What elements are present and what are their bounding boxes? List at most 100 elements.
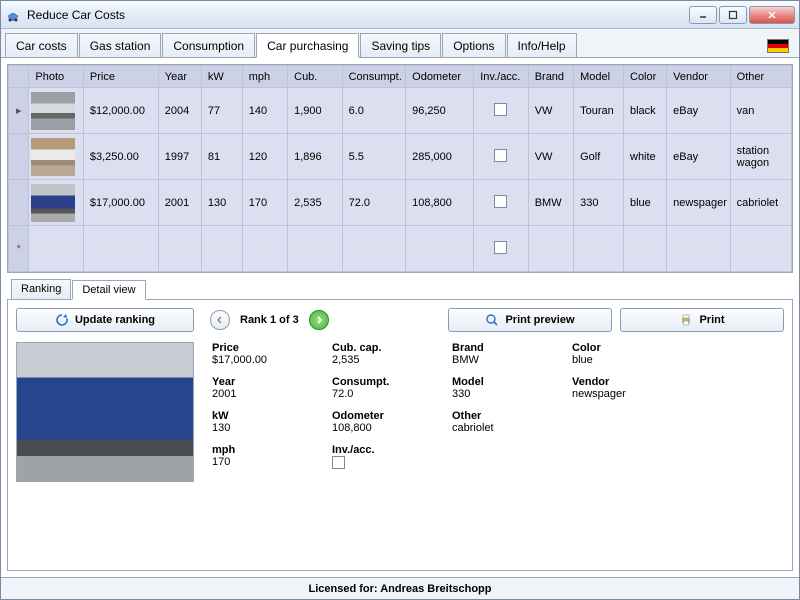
cell-odo[interactable]: 108,800 bbox=[406, 180, 474, 226]
col-inv[interactable]: Inv./acc. bbox=[474, 66, 528, 88]
printer-icon bbox=[679, 313, 693, 327]
cell-brand[interactable]: VW bbox=[528, 88, 573, 134]
tab-consumption[interactable]: Consumption bbox=[162, 33, 255, 57]
model-value: 330 bbox=[452, 388, 542, 400]
col-odometer[interactable]: Odometer bbox=[406, 66, 474, 88]
cell-inv[interactable] bbox=[474, 88, 528, 134]
col-brand[interactable]: Brand bbox=[528, 66, 573, 88]
car-grid[interactable]: Photo Price Year kW mph Cub. Consumpt. O… bbox=[7, 64, 793, 273]
maximize-button[interactable] bbox=[719, 6, 747, 24]
cell-mph[interactable]: 140 bbox=[242, 88, 287, 134]
minimize-button[interactable] bbox=[689, 6, 717, 24]
cell-price[interactable]: $12,000.00 bbox=[83, 88, 158, 134]
rank-prev-button[interactable] bbox=[210, 310, 230, 330]
cell-model[interactable]: Golf bbox=[574, 134, 624, 180]
cell-year[interactable]: 2001 bbox=[158, 180, 201, 226]
table-row[interactable]: ▸$12,000.002004771401,9006.096,250VWTour… bbox=[9, 88, 792, 134]
col-price[interactable]: Price bbox=[83, 66, 158, 88]
table-row[interactable]: $17,000.0020011301702,53572.0108,800 BMW3… bbox=[9, 180, 792, 226]
vendor-value: newspager bbox=[572, 388, 662, 400]
col-mph[interactable]: mph bbox=[242, 66, 287, 88]
cell-vendor[interactable]: newspager bbox=[667, 180, 731, 226]
inv-checkbox[interactable] bbox=[332, 456, 345, 469]
cell-photo[interactable] bbox=[29, 88, 83, 134]
cell-year[interactable]: 1997 bbox=[158, 134, 201, 180]
inv-checkbox[interactable] bbox=[494, 241, 507, 254]
detail-toolbar: Update ranking Rank 1 of 3 Print preview bbox=[16, 308, 784, 332]
close-button[interactable] bbox=[749, 6, 795, 24]
tab-options[interactable]: Options bbox=[442, 33, 505, 57]
cell-odo[interactable]: 285,000 bbox=[406, 134, 474, 180]
cell-photo[interactable] bbox=[29, 134, 83, 180]
cell-vendor[interactable]: eBay bbox=[667, 88, 731, 134]
cub-label: Cub. cap. bbox=[332, 342, 422, 354]
col-cub[interactable]: Cub. bbox=[288, 66, 342, 88]
tab-gas-station[interactable]: Gas station bbox=[79, 33, 162, 57]
col-color[interactable]: Color bbox=[624, 66, 667, 88]
row-header-new: * bbox=[9, 226, 29, 272]
rank-next-button[interactable] bbox=[309, 310, 329, 330]
print-button[interactable]: Print bbox=[620, 308, 784, 332]
table-new-row[interactable]: * bbox=[9, 226, 792, 272]
col-vendor[interactable]: Vendor bbox=[667, 66, 731, 88]
language-flag[interactable] bbox=[761, 35, 795, 57]
cell-inv[interactable] bbox=[474, 180, 528, 226]
cell-year[interactable]: 2004 bbox=[158, 88, 201, 134]
cell-other[interactable]: station wagon bbox=[730, 134, 791, 180]
cell-vendor[interactable]: eBay bbox=[667, 134, 731, 180]
cell-brand[interactable]: VW bbox=[528, 134, 573, 180]
cell-kw[interactable]: 130 bbox=[201, 180, 242, 226]
col-year[interactable]: Year bbox=[158, 66, 201, 88]
print-label: Print bbox=[699, 314, 724, 326]
price-label: Price bbox=[212, 342, 302, 354]
tab-car-purchasing[interactable]: Car purchasing bbox=[256, 33, 359, 58]
cell-price[interactable]: $3,250.00 bbox=[83, 134, 158, 180]
col-photo[interactable]: Photo bbox=[29, 66, 83, 88]
col-other[interactable]: Other bbox=[730, 66, 791, 88]
cell-kw[interactable]: 77 bbox=[201, 88, 242, 134]
subtab-detail-view[interactable]: Detail view bbox=[72, 280, 145, 300]
col-kw[interactable]: kW bbox=[201, 66, 242, 88]
cell-consumpt[interactable]: 6.0 bbox=[342, 88, 406, 134]
detail-panel: Update ranking Rank 1 of 3 Print preview bbox=[7, 299, 793, 571]
cub-value: 2,535 bbox=[332, 354, 422, 366]
inv-checkbox[interactable] bbox=[494, 103, 507, 116]
kw-label: kW bbox=[212, 410, 302, 422]
cell-kw[interactable]: 81 bbox=[201, 134, 242, 180]
update-ranking-button[interactable]: Update ranking bbox=[16, 308, 194, 332]
subtab-ranking[interactable]: Ranking bbox=[11, 279, 71, 299]
cell-color[interactable]: white bbox=[624, 134, 667, 180]
print-preview-button[interactable]: Print preview bbox=[448, 308, 612, 332]
flag-germany-icon bbox=[767, 39, 789, 53]
col-model[interactable]: Model bbox=[574, 66, 624, 88]
cell-cub[interactable]: 1,900 bbox=[288, 88, 342, 134]
cell-mph[interactable]: 170 bbox=[242, 180, 287, 226]
inv-checkbox[interactable] bbox=[494, 149, 507, 162]
cell-cub[interactable]: 2,535 bbox=[288, 180, 342, 226]
cell-consumpt[interactable]: 72.0 bbox=[342, 180, 406, 226]
cell-cub[interactable]: 1,896 bbox=[288, 134, 342, 180]
cell-consumpt[interactable]: 5.5 bbox=[342, 134, 406, 180]
vendor-label: Vendor bbox=[572, 376, 662, 388]
cell-price[interactable]: $17,000.00 bbox=[83, 180, 158, 226]
tab-info-help[interactable]: Info/Help bbox=[507, 33, 577, 57]
col-consumpt[interactable]: Consumpt. bbox=[342, 66, 406, 88]
cell-other[interactable]: van bbox=[730, 88, 791, 134]
cell-other[interactable]: cabriolet bbox=[730, 180, 791, 226]
magnifier-icon bbox=[485, 313, 499, 327]
cell-mph[interactable]: 120 bbox=[242, 134, 287, 180]
cell-brand[interactable]: BMW bbox=[528, 180, 573, 226]
cell-color[interactable]: black bbox=[624, 88, 667, 134]
cell-inv[interactable] bbox=[474, 134, 528, 180]
cell-photo[interactable] bbox=[29, 226, 83, 272]
cell-model[interactable]: 330 bbox=[574, 180, 624, 226]
cell-model[interactable]: Touran bbox=[574, 88, 624, 134]
car-thumb-icon bbox=[31, 138, 75, 176]
cell-color[interactable]: blue bbox=[624, 180, 667, 226]
tab-saving-tips[interactable]: Saving tips bbox=[360, 33, 441, 57]
cell-odo[interactable]: 96,250 bbox=[406, 88, 474, 134]
table-row[interactable]: $3,250.001997811201,8965.5285,000 VWGolfw… bbox=[9, 134, 792, 180]
tab-car-costs[interactable]: Car costs bbox=[5, 33, 78, 57]
inv-checkbox[interactable] bbox=[494, 195, 507, 208]
cell-photo[interactable] bbox=[29, 180, 83, 226]
